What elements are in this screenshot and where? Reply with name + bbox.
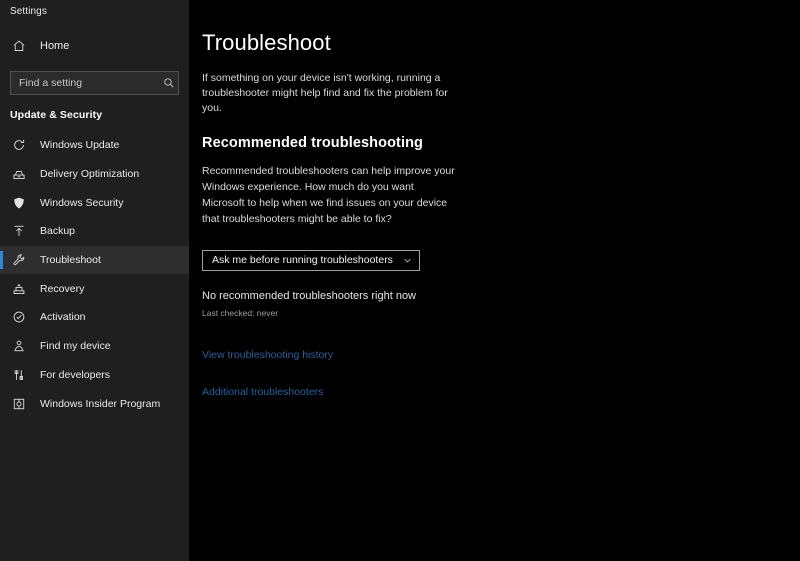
tools-icon (12, 368, 30, 382)
page-title: Troubleshoot (202, 30, 331, 55)
link-view-troubleshooting-history[interactable]: View troubleshooting history (202, 349, 333, 361)
title-bar: Settings (0, 0, 189, 22)
sidebar-item-backup[interactable]: Backup (0, 217, 189, 246)
refresh-icon (12, 138, 30, 152)
sidebar-item-label: Windows Update (40, 139, 120, 152)
sidebar-item-find-my-device[interactable]: Find my device (0, 332, 189, 361)
section-title-recommended-troubleshooting: Recommended troubleshooting (202, 135, 424, 152)
sidebar-item-label: Windows Insider Program (40, 397, 161, 410)
sidebar: Settings Home Update & Security (0, 0, 189, 561)
sidebar-group-header: Update & Security (10, 109, 103, 121)
sidebar-item-label: Recovery (40, 282, 85, 295)
sidebar-nav-list: Windows Update Delivery Optimization Win… (0, 131, 189, 418)
sidebar-item-home[interactable]: Home (0, 33, 189, 59)
sidebar-item-windows-update[interactable]: Windows Update (0, 131, 189, 160)
sidebar-item-windows-security[interactable]: Windows Security (0, 188, 189, 217)
search-box[interactable] (10, 71, 179, 95)
sidebar-item-label: Windows Security (40, 196, 124, 209)
sidebar-item-for-developers[interactable]: For developers (0, 361, 189, 390)
sidebar-item-recovery[interactable]: Recovery (0, 274, 189, 303)
search-input[interactable] (11, 77, 160, 89)
main-content: Troubleshoot If something on your device… (189, 0, 800, 561)
sidebar-item-windows-insider-program[interactable]: Windows Insider Program (0, 389, 189, 418)
recommended-troubleshooting-dropdown[interactable]: Ask me before running troubleshooters (202, 249, 420, 271)
troubleshooter-status: No recommended troubleshooters right now (202, 289, 417, 302)
recovery-icon (12, 282, 30, 296)
troubleshooter-last-checked: Last checked: never (202, 307, 279, 318)
sidebar-item-label: Delivery Optimization (40, 168, 140, 181)
dropdown-selected-value: Ask me before running troubleshooters (212, 254, 393, 267)
sidebar-item-home-label: Home (40, 40, 70, 52)
sidebar-item-label: Troubleshoot (40, 254, 101, 267)
sidebar-item-label: For developers (40, 368, 111, 381)
delivery-box-icon (12, 167, 30, 181)
shield-icon (12, 196, 30, 210)
wrench-icon (12, 253, 30, 267)
page-description: If something on your device isn't workin… (202, 71, 448, 115)
sidebar-item-label: Find my device (40, 340, 111, 353)
home-icon (12, 39, 30, 53)
upload-arrow-icon (12, 224, 30, 238)
search-icon[interactable] (160, 77, 178, 89)
settings-window: Settings Home Update & Security (0, 0, 800, 561)
window-title: Settings (10, 5, 47, 17)
link-additional-troubleshooters[interactable]: Additional troubleshooters (202, 386, 323, 398)
sidebar-item-delivery-optimization[interactable]: Delivery Optimization (0, 160, 189, 189)
sidebar-item-troubleshoot[interactable]: Troubleshoot (0, 245, 189, 275)
insider-icon (12, 397, 30, 411)
sidebar-item-activation[interactable]: Activation (0, 303, 189, 332)
sidebar-item-label: Backup (40, 225, 76, 238)
chevron-down-icon (403, 256, 412, 265)
sidebar-item-label: Activation (40, 311, 86, 324)
check-circle-icon (12, 310, 30, 324)
section-description: Recommended troubleshooters can help imp… (202, 165, 455, 225)
person-locate-icon (12, 339, 30, 353)
